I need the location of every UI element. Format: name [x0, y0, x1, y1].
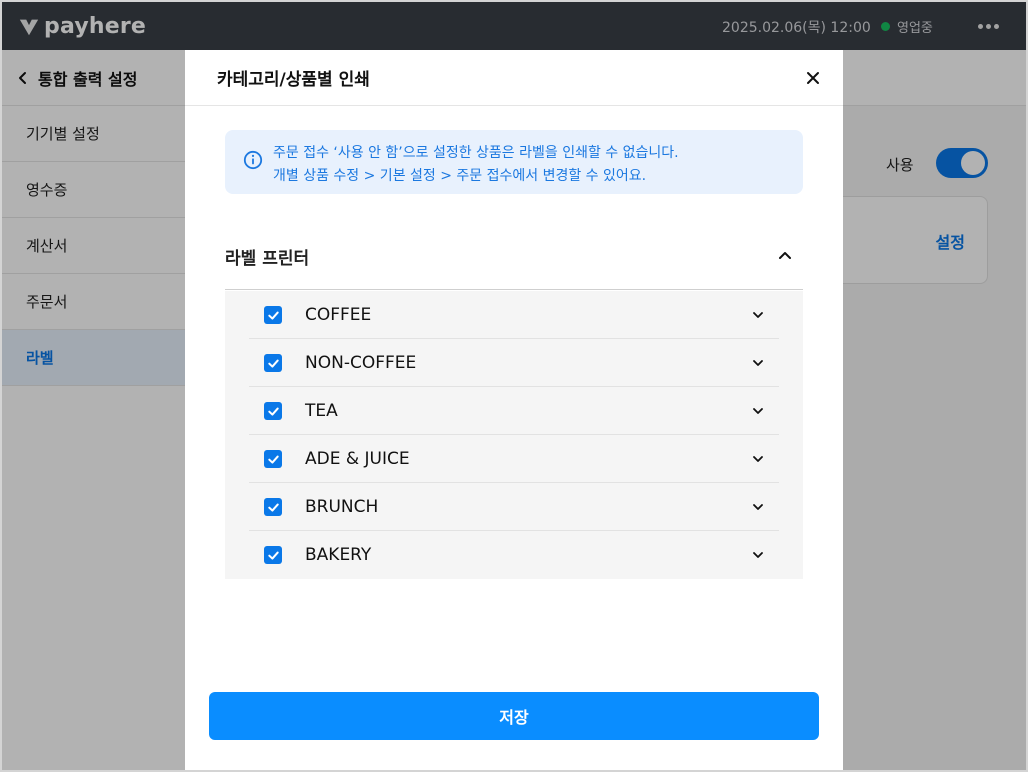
check-icon [267, 551, 279, 560]
chevron-down-icon[interactable] [749, 498, 767, 516]
chevron-up-icon[interactable] [775, 245, 795, 265]
app-frame: payhere 2025.02.06(목) 12:00 영업중 통합 출력 설정… [0, 0, 1028, 772]
category-checkbox[interactable] [264, 498, 282, 516]
category-checkbox[interactable] [264, 546, 282, 564]
category-checkbox[interactable] [264, 306, 282, 324]
close-icon [807, 72, 819, 84]
category-label: NON-COFFEE [305, 353, 417, 373]
section-title: 라벨 프린터 [225, 249, 310, 269]
chevron-down-icon[interactable] [749, 306, 767, 324]
category-checkbox[interactable] [264, 450, 282, 468]
close-button[interactable] [801, 66, 825, 90]
category-row[interactable]: BRUNCH [249, 483, 779, 531]
chevron-down-icon[interactable] [749, 354, 767, 372]
category-label: COFFEE [305, 305, 372, 325]
check-icon [267, 311, 279, 320]
category-checkbox[interactable] [264, 402, 282, 420]
category-checkbox[interactable] [264, 354, 282, 372]
chevron-down-icon[interactable] [749, 450, 767, 468]
check-icon [267, 455, 279, 464]
category-row[interactable]: BAKERY [249, 531, 779, 579]
modal-title: 카테고리/상품별 인쇄 [217, 70, 370, 90]
category-label: BAKERY [305, 545, 372, 565]
chevron-down-icon[interactable] [749, 402, 767, 420]
modal-header: 카테고리/상품별 인쇄 [185, 50, 843, 106]
category-row[interactable]: TEA [249, 387, 779, 435]
chevron-down-icon[interactable] [749, 546, 767, 564]
category-label: BRUNCH [305, 497, 379, 517]
info-icon [243, 150, 263, 170]
category-label: TEA [305, 401, 338, 421]
save-button[interactable]: 저장 [209, 692, 819, 740]
category-print-modal: 카테고리/상품별 인쇄 주문 접수 ‘사용 안 함’으로 설정한 상품은 라벨을… [185, 50, 843, 770]
info-text-line1: 주문 접수 ‘사용 안 함’으로 설정한 상품은 라벨을 인쇄할 수 없습니다. [273, 145, 679, 161]
category-row[interactable]: ADE & JUICE [249, 435, 779, 483]
category-row[interactable]: COFFEE [249, 291, 779, 339]
info-notice: 주문 접수 ‘사용 안 함’으로 설정한 상품은 라벨을 인쇄할 수 없습니다.… [225, 130, 803, 194]
check-icon [267, 359, 279, 368]
check-icon [267, 503, 279, 512]
category-row[interactable]: NON-COFFEE [249, 339, 779, 387]
category-label: ADE & JUICE [305, 449, 410, 469]
check-icon [267, 407, 279, 416]
label-printer-section-header[interactable]: 라벨 프린터 [225, 230, 803, 290]
info-text-line2: 개별 상품 수정 > 기본 설정 > 주문 접수에서 변경할 수 있어요. [273, 168, 647, 184]
category-list: COFFEE NON-COFFEE TEA ADE & JUICE BRUNCH BAKE… [225, 291, 803, 579]
